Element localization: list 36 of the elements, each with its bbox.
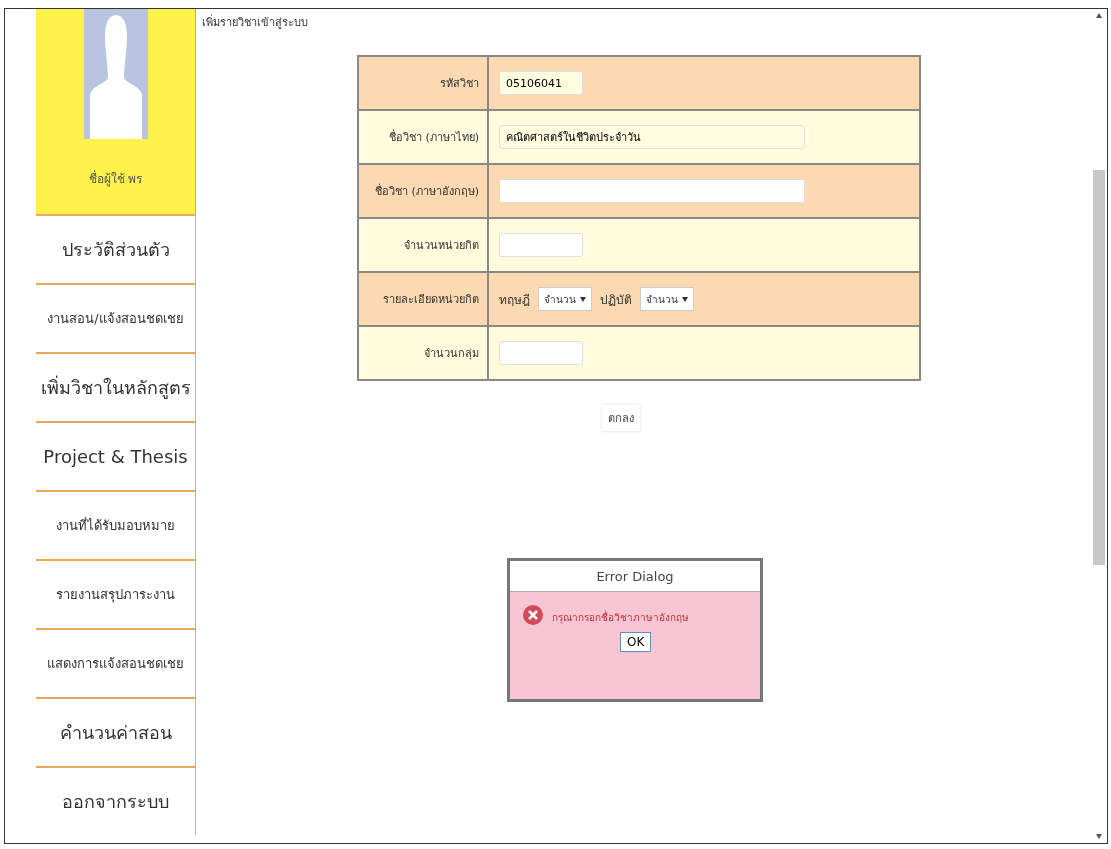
menu-item[interactable]: Project & Thesis xyxy=(36,421,196,490)
scrollbar-thumb[interactable] xyxy=(1092,170,1105,565)
menu-item[interactable]: งานสอน/แจ้งสอนชดเชย xyxy=(36,283,196,352)
field-label: ชื่อวิชา (ภาษาอังกฤษ) xyxy=(359,165,489,217)
input-field[interactable] xyxy=(499,341,583,365)
caret-icon xyxy=(682,296,688,302)
field-label: จำนวนหน่วยกิต xyxy=(359,219,489,271)
menu-item[interactable]: ประวัติส่วนตัว xyxy=(36,214,196,283)
page-title: เพิ่มรายวิชาเข้าสู่ระบบ xyxy=(202,13,309,31)
scroll-up-icon[interactable] xyxy=(1095,13,1102,18)
menu-item[interactable]: รายงานสรุปภาระงาน xyxy=(36,559,196,628)
select-label: ทฤษฎี xyxy=(499,291,530,309)
error-message: กรุณากรอกชื่อวิชาภาษาอังกฤษ xyxy=(552,610,689,626)
error-icon xyxy=(522,604,544,626)
ok-button[interactable]: OK xyxy=(620,632,652,652)
menu-item[interactable]: ออกจากระบบ xyxy=(36,766,196,835)
menu-item[interactable]: แสดงการแจ้งสอนชดเชย xyxy=(36,628,196,697)
input-field[interactable] xyxy=(499,233,583,257)
field-label: รายละเอียดหน่วยกิต xyxy=(359,273,489,325)
menu-item[interactable]: คำนวนค่าสอน xyxy=(36,697,196,766)
scroll-down-icon[interactable] xyxy=(1095,834,1102,839)
user-name: ชื่อผู้ใช้ พร xyxy=(88,169,143,188)
input-field[interactable]: 05106041 xyxy=(499,71,583,95)
submit-button[interactable]: ตกลง xyxy=(602,405,640,431)
dropdown[interactable]: จำนวน xyxy=(640,287,694,311)
input-field[interactable] xyxy=(499,179,805,203)
field-label: ชื่อวิชา (ภาษาไทย) xyxy=(359,111,489,163)
dialog-title: Error Dialog xyxy=(510,561,760,592)
field-label: รหัสวิชา xyxy=(359,57,489,109)
dropdown[interactable]: จำนวน xyxy=(538,287,592,311)
menu-item[interactable]: งานที่ได้รับมอบหมาย xyxy=(36,490,196,559)
input-field[interactable]: คณิตศาสตร์ในชีวิตประจำวัน xyxy=(499,125,805,149)
menu-item[interactable]: เพิ่มวิชาในหลักสูตร xyxy=(36,352,196,421)
caret-icon xyxy=(580,296,586,302)
field-label: จำนวนกลุ่ม xyxy=(359,327,489,379)
select-label: ปฏิบัติ xyxy=(600,291,632,309)
